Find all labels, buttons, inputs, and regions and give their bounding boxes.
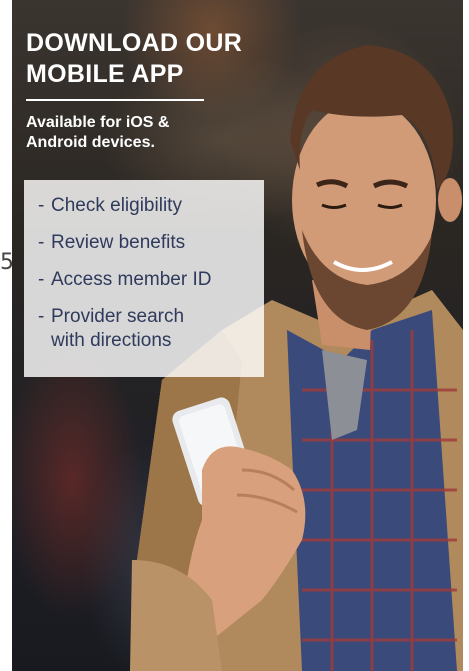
feature-list: - Check eligibility - Review benefits - … [24,180,264,353]
feature-label: Provider search with directions [51,306,185,351]
feature-item-access-member-id: - Access member ID [38,268,264,292]
feature-label: Check eligibility [51,195,182,216]
feature-item-review-benefits: - Review benefits [38,231,264,255]
feature-label: Access member ID [51,269,212,290]
bullet-dash: - [38,306,45,327]
feature-item-provider-search: - Provider search with directions [38,305,264,353]
banner-subtitle: Available for iOS & Android devices. [26,114,170,151]
feature-list-panel: - Check eligibility - Review benefits - … [24,180,264,377]
clipped-edge-text: 5 [0,252,12,274]
bullet-dash: - [38,269,45,290]
mobile-app-banner[interactable]: DOWNLOAD OUR MOBILE APP Available for iO… [12,0,463,671]
feature-item-check-eligibility: - Check eligibility [38,194,264,218]
feature-label: Review benefits [51,232,186,253]
bullet-dash: - [38,195,45,216]
headline-divider [26,99,204,101]
bullet-dash: - [38,232,45,253]
banner-headline: DOWNLOAD OUR MOBILE APP [26,29,243,88]
